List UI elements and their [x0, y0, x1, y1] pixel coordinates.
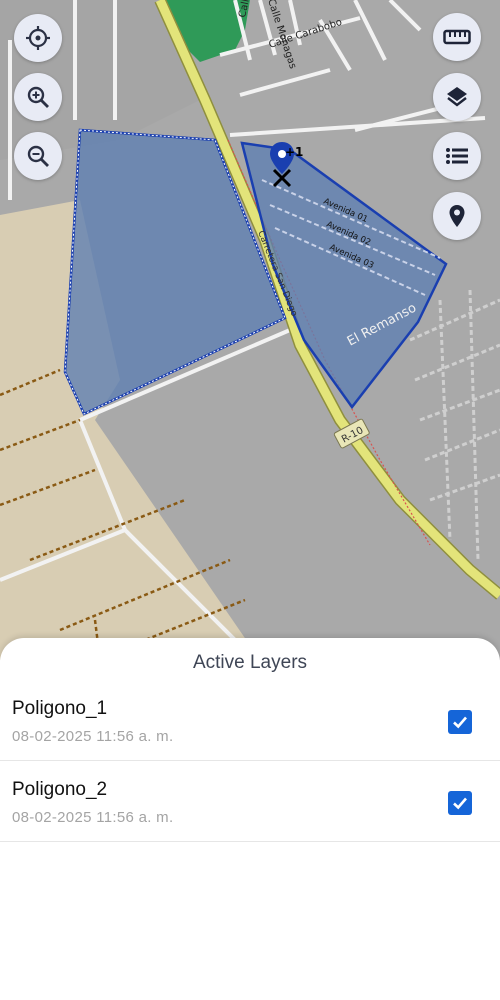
- measure-button[interactable]: [433, 13, 481, 61]
- zoom-out-button[interactable]: [14, 132, 62, 180]
- layer-date: 08-02-2025 11:56 a. m.: [12, 809, 174, 826]
- checkmark-icon: [453, 716, 467, 729]
- active-layers-sheet: Active Layers Poligono_1 08-02-2025 11:5…: [0, 638, 500, 1000]
- my-location-icon: [26, 26, 50, 50]
- my-location-button[interactable]: [14, 14, 62, 62]
- layer-name: Poligono_1: [12, 698, 108, 719]
- layers-button[interactable]: [433, 73, 481, 121]
- layer-checkbox[interactable]: [448, 710, 472, 734]
- layer-date: 08-02-2025 11:56 a. m.: [12, 728, 174, 745]
- layer-checkbox[interactable]: [448, 791, 472, 815]
- poi-button[interactable]: [433, 192, 481, 240]
- layer-row-poligono-1[interactable]: Poligono_1 08-02-2025 11:56 a. m.: [0, 680, 500, 761]
- list-button[interactable]: [433, 132, 481, 180]
- zoom-in-icon: [27, 86, 49, 108]
- zoom-out-icon: [27, 145, 49, 167]
- marker-badge: +1: [285, 145, 303, 159]
- ruler-icon: [443, 29, 471, 45]
- layer-row-poligono-2[interactable]: Poligono_2 08-02-2025 11:56 a. m.: [0, 761, 500, 842]
- map-canvas[interactable]: Calle Aragua Calle Monagas Calle Carabob…: [0, 0, 500, 662]
- checkmark-icon: [453, 797, 467, 810]
- layers-icon: [447, 87, 467, 107]
- zoom-in-button[interactable]: [14, 73, 62, 121]
- layer-name: Poligono_2: [12, 779, 108, 800]
- location-pin-icon: [449, 205, 465, 227]
- sheet-title: Active Layers: [192, 652, 308, 673]
- map-view[interactable]: Calle Aragua Calle Monagas Calle Carabob…: [0, 0, 500, 662]
- list-icon: [446, 148, 468, 164]
